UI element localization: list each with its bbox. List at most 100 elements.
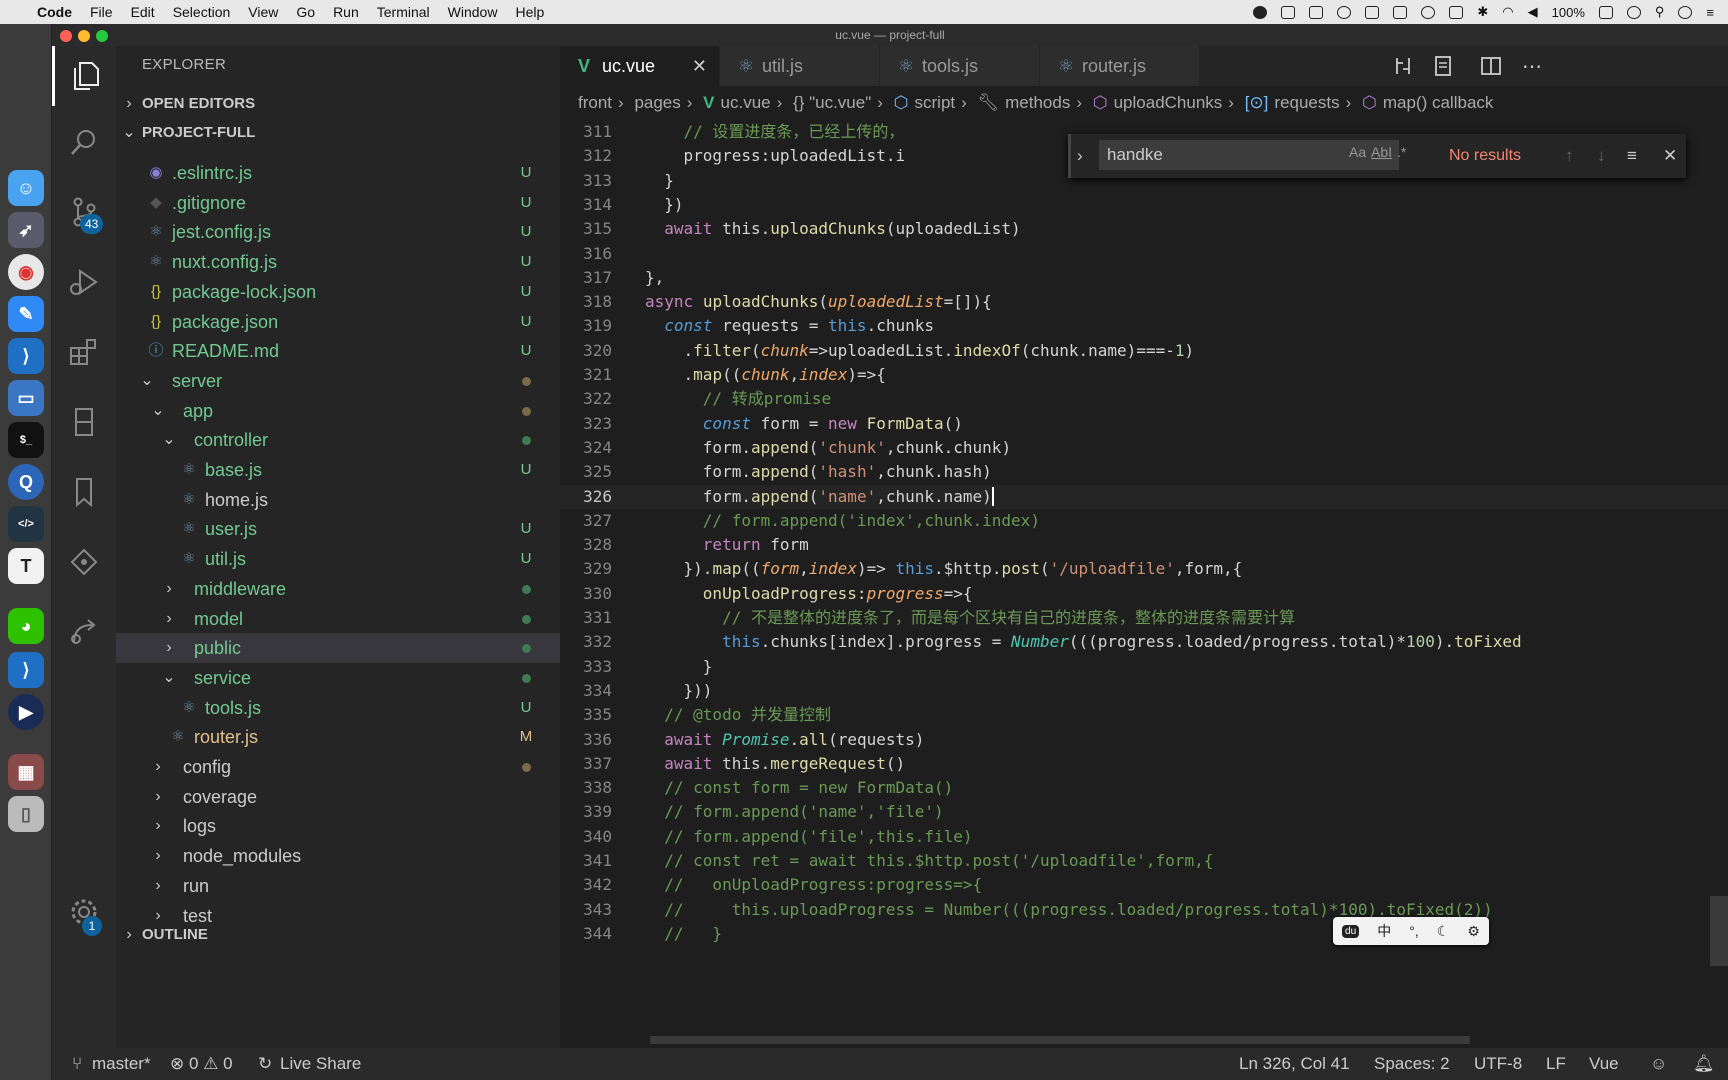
- menu-edit[interactable]: Edit: [122, 4, 164, 20]
- breadcrumb-uploadchunks[interactable]: uploadChunks: [1114, 93, 1223, 112]
- folder-item[interactable]: › node_modules: [116, 841, 560, 871]
- status-language[interactable]: Vue: [1589, 1048, 1619, 1080]
- menu-selection[interactable]: Selection: [164, 4, 240, 20]
- compare-changes-button[interactable]: [1386, 46, 1420, 86]
- file-item[interactable]: ⓘ README.md U: [116, 336, 560, 366]
- chrome-icon[interactable]: ◉: [8, 254, 44, 290]
- menu-go[interactable]: Go: [287, 4, 324, 20]
- player-icon[interactable]: ▶: [8, 694, 44, 730]
- du-tray-icon[interactable]: [1449, 5, 1464, 19]
- vpn-icon[interactable]: [1337, 5, 1352, 19]
- more-actions-icon[interactable]: ⋯: [1515, 46, 1549, 86]
- keynote-icon[interactable]: ▭: [8, 380, 44, 416]
- status-cursor-position[interactable]: Ln 326, Col 41: [1239, 1048, 1350, 1080]
- outline-section[interactable]: › OUTLINE: [116, 920, 560, 950]
- arrow-up-icon[interactable]: ↑: [1565, 134, 1574, 178]
- folder-item[interactable]: › model: [116, 604, 560, 634]
- menu-app-name[interactable]: Code: [28, 4, 81, 20]
- bolt-icon[interactable]: [1365, 5, 1380, 19]
- source-control-activity[interactable]: 43: [52, 182, 116, 242]
- menu-window[interactable]: Window: [439, 4, 507, 20]
- ime-punctuation[interactable]: °,: [1409, 923, 1419, 939]
- breadcrumb-callback[interactable]: map() callback: [1383, 93, 1494, 112]
- ime-chinese-mode[interactable]: 中: [1377, 921, 1391, 941]
- notifications-bell-icon[interactable]: 🔔︎: [1693, 1048, 1715, 1080]
- feedback-icon[interactable]: ☺: [1650, 1048, 1667, 1080]
- breadcrumb-pages[interactable]: pages: [634, 93, 680, 112]
- folder-item[interactable]: ⌄ controller: [116, 425, 560, 455]
- siri-icon[interactable]: [1678, 5, 1693, 19]
- folder-item[interactable]: › middleware: [116, 574, 560, 604]
- clock-icon[interactable]: [1626, 5, 1641, 19]
- file-item[interactable]: ⚛ user.js U: [116, 514, 560, 544]
- menu-file[interactable]: File: [81, 4, 122, 20]
- photo-booth-icon[interactable]: ▦: [8, 754, 44, 790]
- code-editor[interactable]: 311 // 设置进度条，已经上传的， 312 progress:uploaded…: [560, 122, 1728, 1020]
- ime-moon-icon[interactable]: ☾: [1437, 923, 1450, 940]
- split-editor-button[interactable]: [1474, 46, 1508, 86]
- extensions-activity[interactable]: [52, 322, 116, 382]
- folder-item[interactable]: › logs: [116, 811, 560, 841]
- manage-activity[interactable]: 1: [52, 882, 116, 942]
- file-item[interactable]: ⚛ tools.js U: [116, 693, 560, 723]
- file-item[interactable]: ◆ .gitignore U: [116, 188, 560, 218]
- record-icon[interactable]: [1253, 5, 1268, 19]
- folder-item[interactable]: › config: [116, 752, 560, 782]
- breadcrumb-file[interactable]: uc.vue: [721, 93, 771, 112]
- run-debug-activity[interactable]: [52, 252, 116, 312]
- du-input-icon[interactable]: du: [1342, 924, 1360, 938]
- status-live-share[interactable]: Live Share: [280, 1048, 361, 1080]
- tab-uc-vue[interactable]: V uc.vue ✕: [560, 46, 720, 86]
- live-share-activity[interactable]: [52, 602, 116, 662]
- ime-settings-icon[interactable]: ⚙: [1467, 923, 1480, 940]
- close-icon[interactable]: ✕: [692, 46, 707, 86]
- search-activity[interactable]: [52, 112, 116, 172]
- screenshot-icon[interactable]: [1281, 5, 1296, 19]
- menu-view[interactable]: View: [239, 4, 287, 20]
- folder-item[interactable]: › public: [116, 633, 560, 664]
- breadcrumb-methods[interactable]: methods: [1005, 93, 1070, 112]
- file-item[interactable]: ◉ .eslintrc.js U: [116, 158, 560, 188]
- typora-icon[interactable]: T: [8, 548, 44, 584]
- git-graph-activity[interactable]: [52, 532, 116, 592]
- breadcrumb-script[interactable]: script: [915, 93, 956, 112]
- horizontal-scrollbar[interactable]: [650, 1036, 1470, 1044]
- breadcrumb-requests[interactable]: requests: [1274, 93, 1339, 112]
- whole-word-icon[interactable]: AbI: [1371, 144, 1392, 160]
- open-preview-button[interactable]: [1426, 46, 1460, 86]
- bookmark-tray-icon[interactable]: [1309, 5, 1324, 19]
- control-center-icon[interactable]: ≡: [1706, 5, 1714, 20]
- file-item[interactable]: {} package-lock.json U: [116, 277, 560, 307]
- devtools-icon[interactable]: </>: [8, 506, 44, 542]
- menu-help[interactable]: Help: [506, 4, 553, 20]
- find-in-selection-icon[interactable]: ≡: [1627, 134, 1637, 178]
- launchpad-icon[interactable]: ➶: [8, 212, 44, 248]
- file-item[interactable]: ⚛ nuxt.config.js U: [116, 247, 560, 277]
- finder-icon[interactable]: ☺: [8, 170, 44, 206]
- terminal-icon[interactable]: $_: [8, 422, 44, 458]
- arrow-down-icon[interactable]: ↓: [1597, 134, 1606, 178]
- folder-item[interactable]: ⌄ app: [116, 396, 560, 426]
- menu-run[interactable]: Run: [324, 4, 368, 20]
- file-item[interactable]: ⚛ jest.config.js U: [116, 217, 560, 247]
- close-window-icon[interactable]: [60, 30, 72, 42]
- open-editors-section[interactable]: › OPEN EDITORS: [116, 89, 560, 119]
- folder-item[interactable]: › coverage: [116, 782, 560, 812]
- tab-util-js[interactable]: ⚛ util.js: [720, 46, 880, 86]
- folder-item[interactable]: › run: [116, 871, 560, 901]
- folder-item[interactable]: ⌄ service: [116, 663, 560, 693]
- breadcrumb-module[interactable]: {} "uc.vue": [793, 93, 871, 112]
- quicktime-icon[interactable]: Q: [8, 464, 44, 500]
- volume-icon[interactable]: ◀: [1528, 4, 1538, 20]
- folder-item[interactable]: ⌄ server: [116, 366, 560, 396]
- explorer-activity[interactable]: [52, 46, 116, 106]
- breadcrumb-front[interactable]: front: [578, 93, 612, 112]
- wechat-tray-icon[interactable]: [1421, 5, 1436, 19]
- file-item[interactable]: {} package.json U: [116, 307, 560, 337]
- file-item[interactable]: ⚛ router.js M: [116, 722, 560, 752]
- battery-icon[interactable]: [1598, 5, 1613, 19]
- wechat-icon[interactable]: ◕: [8, 608, 44, 644]
- minimize-window-icon[interactable]: [78, 30, 90, 42]
- status-problems[interactable]: ⊗ 0 ⚠ 0: [170, 1048, 233, 1080]
- remote-explorer-activity[interactable]: [52, 392, 116, 452]
